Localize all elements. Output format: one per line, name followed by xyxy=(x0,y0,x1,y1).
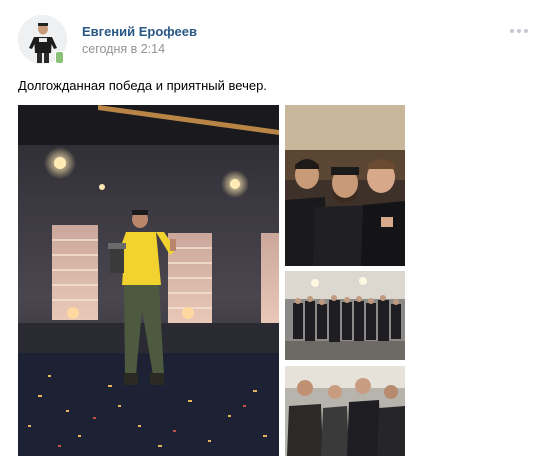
author-name[interactable]: Евгений Ерофеев xyxy=(82,24,197,39)
photo-three-men[interactable] xyxy=(285,105,405,266)
mobile-online-icon xyxy=(55,51,64,64)
photo-group[interactable] xyxy=(285,271,405,360)
more-options-icon[interactable] xyxy=(507,24,531,38)
photo-stage-trophy[interactable] xyxy=(18,105,279,456)
more-dot xyxy=(524,29,528,33)
photo-friends[interactable] xyxy=(285,366,405,456)
more-dot xyxy=(517,29,521,33)
post-timestamp[interactable]: сегодня в 2:14 xyxy=(82,42,165,56)
wall-post: Евгений Ерофеев сегодня в 2:14 Долгождан… xyxy=(0,0,551,472)
post-text: Долгожданная победа и приятный вечер. xyxy=(18,78,267,93)
more-dot xyxy=(510,29,514,33)
